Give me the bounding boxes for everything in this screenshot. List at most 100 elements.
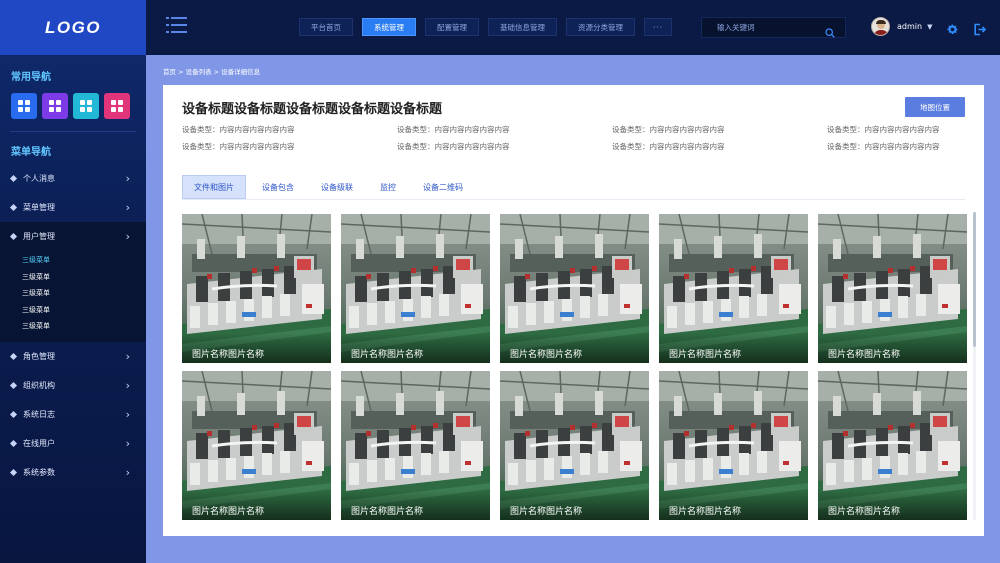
info-field: 设备类型：内容内容内容内容内容	[612, 125, 725, 134]
quick-app-2[interactable]	[42, 93, 68, 119]
sidebar-item-label: 个人消息	[23, 174, 55, 183]
image-caption: 图片名称图片名称	[500, 490, 649, 520]
diamond-icon	[9, 381, 18, 389]
scrollbar[interactable]	[973, 212, 976, 520]
sidebar-item-users[interactable]: 用户管理 ›	[0, 222, 146, 251]
sidebar-item-online[interactable]: 在线用户 ›	[0, 429, 146, 458]
image-card[interactable]: 图片名称图片名称	[818, 214, 967, 363]
chevron-right-icon: ›	[125, 465, 130, 479]
tab-device-cascade[interactable]: 设备级联	[310, 175, 364, 199]
tab-config[interactable]: 配置管理	[425, 18, 479, 36]
menu-list: 个人消息 › 菜单管理 › 用户管理 › 三级菜单 三级菜单 三级菜单 三级菜单 三级…	[0, 164, 146, 487]
image-caption: 图片名称图片名称	[341, 490, 490, 520]
tab-qrcode[interactable]: 设备二维码	[412, 175, 474, 199]
image-caption: 图片名称图片名称	[818, 333, 967, 363]
image-card[interactable]: 图片名称图片名称	[341, 371, 490, 520]
sidebar-item-label: 菜单管理	[23, 203, 55, 212]
search-icon[interactable]	[825, 23, 835, 38]
diamond-icon	[9, 203, 18, 212]
sidebar-item-label: 组织机构	[23, 380, 55, 390]
image-gallery: 图片名称图片名称 图片名称图片名称 图片名称图片名称 图片名称图片名称 图片名称…	[182, 214, 967, 520]
logout-icon[interactable]	[973, 21, 987, 40]
sidebar-item-label: 角色管理	[23, 351, 55, 361]
breadcrumb[interactable]: 首页 > 设备列表 > 设备详细信息	[163, 66, 260, 76]
info-field: 设备类型：内容内容内容内容内容	[397, 141, 510, 151]
sidebar-item-label: 系统日志	[23, 409, 55, 419]
sidebar-item-menus[interactable]: 菜单管理 ›	[0, 193, 146, 222]
chevron-right-icon: ›	[125, 407, 130, 421]
chevron-right-icon: ›	[125, 378, 130, 392]
image-card[interactable]: 图片名称图片名称	[182, 371, 331, 520]
image-card[interactable]: 图片名称图片名称	[659, 214, 808, 363]
chevron-down-icon: ▼	[927, 22, 933, 31]
info-field: 设备类型：内容内容内容内容内容	[182, 125, 295, 134]
divider	[10, 131, 136, 132]
diamond-icon	[9, 410, 18, 418]
sidebar-item-params[interactable]: 系统参数 ›	[0, 458, 146, 487]
diamond-icon	[9, 439, 18, 447]
logo-area[interactable]: LOGO	[0, 0, 146, 55]
tab-basic-info[interactable]: 基础信息管理	[488, 18, 557, 36]
sidebar: LOGO 常用导航 菜单导航 个人消息 › 菜单管理 › 用户管理 › 三级菜单 三级…	[0, 0, 146, 563]
info-field: 设备类型：内容内容内容内容内容	[827, 125, 940, 134]
search-box	[701, 17, 846, 38]
submenu-item[interactable]: 三级菜单	[0, 302, 146, 319]
logo: LOGO	[44, 17, 102, 37]
image-caption: 图片名称图片名称	[182, 333, 331, 363]
tab-files-images[interactable]: 文件和图片	[182, 175, 246, 199]
tab-home[interactable]: 平台首页	[299, 18, 353, 36]
diamond-icon	[9, 174, 18, 183]
sidebar-item-org[interactable]: 组织机构 ›	[0, 371, 146, 400]
username: admin	[897, 22, 923, 31]
menu-nav-title: 菜单导航	[11, 147, 51, 158]
grid-icon	[18, 100, 30, 112]
submenu-item[interactable]: 三级菜单	[0, 318, 146, 335]
tab-device-contains[interactable]: 设备包含	[251, 175, 305, 199]
image-card[interactable]: 图片名称图片名称	[500, 214, 649, 363]
quick-app-4[interactable]	[104, 93, 130, 119]
avatar	[871, 17, 890, 36]
submenu-item[interactable]: 三级菜单	[0, 285, 146, 302]
image-card[interactable]: 图片名称图片名称	[818, 371, 967, 520]
sidebar-item-label: 在线用户	[23, 438, 55, 448]
image-caption: 图片名称图片名称	[182, 490, 331, 520]
search-input[interactable]	[702, 23, 825, 32]
image-card[interactable]: 图片名称图片名称	[500, 371, 649, 520]
image-caption: 图片名称图片名称	[341, 333, 490, 363]
quick-nav	[0, 93, 146, 119]
chevron-right-icon: ›	[125, 349, 130, 363]
user-menu[interactable]: admin ▼	[871, 17, 932, 36]
device-detail-panel: 设备标题设备标题设备标题设备标题设备标题 地图位置 设备类型：内容内容内容内容内…	[163, 85, 984, 536]
top-bar: 平台首页 系统管理 配置管理 基础信息管理 资源分类管理 ··· admin ▼	[146, 0, 1000, 55]
info-field: 设备类型：内容内容内容内容内容	[612, 141, 725, 151]
page-title: 设备标题设备标题设备标题设备标题设备标题	[182, 102, 443, 117]
tab-monitor[interactable]: 监控	[369, 175, 407, 199]
detail-tabs: 文件和图片 设备包含 设备级联 监控 设备二维码	[182, 175, 965, 200]
submenu-item[interactable]: 三级菜单	[0, 252, 146, 269]
quick-app-3[interactable]	[73, 93, 99, 119]
common-nav-title: 常用导航	[11, 72, 51, 83]
submenu-item[interactable]: 三级菜单	[0, 269, 146, 286]
image-caption: 图片名称图片名称	[500, 333, 649, 363]
info-field: 设备类型：内容内容内容内容内容	[182, 141, 295, 151]
image-card[interactable]: 图片名称图片名称	[659, 371, 808, 520]
chevron-right-icon: ›	[125, 172, 130, 185]
tab-resource[interactable]: 资源分类管理	[566, 18, 635, 36]
sidebar-item-label: 系统参数	[23, 467, 55, 477]
gear-icon[interactable]	[946, 21, 959, 40]
submenu: 三级菜单 三级菜单 三级菜单 三级菜单 三级菜单	[0, 251, 146, 342]
more-tabs-button[interactable]: ···	[644, 18, 673, 36]
quick-app-1[interactable]	[11, 93, 37, 119]
image-card[interactable]: 图片名称图片名称	[182, 214, 331, 363]
diamond-icon	[9, 468, 18, 476]
sidebar-item-logs[interactable]: 系统日志 ›	[0, 400, 146, 429]
grid-icon	[111, 100, 123, 112]
map-location-button[interactable]: 地图位置	[905, 97, 965, 117]
sidebar-item-label: 用户管理	[23, 232, 55, 241]
tab-system[interactable]: 系统管理	[362, 18, 416, 36]
sidebar-item-messages[interactable]: 个人消息 ›	[0, 164, 146, 193]
image-card[interactable]: 图片名称图片名称	[341, 214, 490, 363]
menu-icon[interactable]	[166, 17, 187, 34]
sidebar-item-roles[interactable]: 角色管理 ›	[0, 342, 146, 371]
scrollbar-thumb[interactable]	[973, 212, 976, 347]
